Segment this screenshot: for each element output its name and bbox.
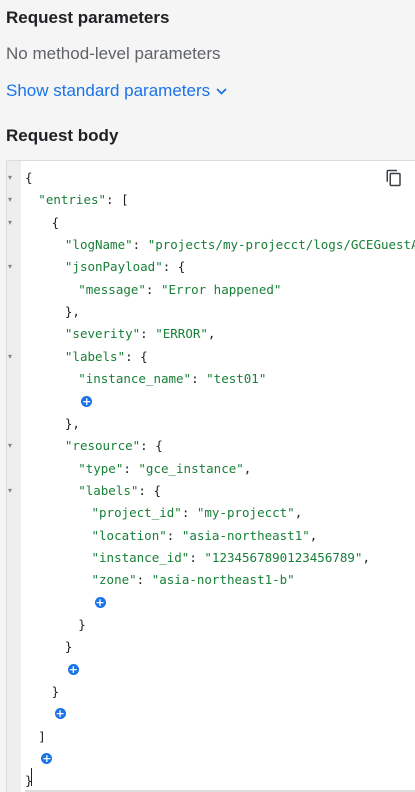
json-punctuation: : [145, 281, 161, 297]
code-line: "labels": { [78, 480, 161, 502]
json-punctuation: } [64, 639, 73, 655]
json-key: "labels" [78, 482, 139, 498]
json-punctuation: : [191, 371, 207, 387]
json-key: "labels" [64, 348, 126, 364]
code-line: "message": "Error happened" [78, 279, 281, 301]
fold-arrow-icon[interactable]: ▾ [8, 173, 12, 182]
json-key: "severity" [64, 326, 141, 342]
editor-gutter [7, 161, 21, 792]
no-parameters-text: No method-level parameters [6, 44, 221, 63]
json-key: "zone" [91, 572, 137, 588]
json-punctuation: }, [64, 415, 80, 431]
fold-arrow-icon[interactable]: ▾ [8, 218, 12, 227]
add-property-icon[interactable]: + [81, 395, 93, 407]
json-value: "asia-northeast1-b" [151, 572, 295, 588]
add-property-icon[interactable]: + [41, 753, 53, 765]
show-standard-parameters-label: Show standard parameters [6, 81, 211, 100]
json-key: "instance_name" [78, 371, 192, 387]
code-line: } [52, 681, 60, 703]
json-punctuation: } [51, 684, 60, 700]
code-line: "location": "asia-northeast1", [92, 525, 318, 547]
show-standard-parameters-link[interactable]: Show standard parameters [6, 80, 227, 101]
json-punctuation: : [181, 505, 197, 521]
code-line: "jsonPayload": { [65, 256, 185, 278]
json-key: "location" [91, 527, 167, 543]
json-punctuation: : [140, 326, 156, 342]
copy-icon[interactable] [385, 169, 403, 187]
json-key: "project_id" [91, 505, 182, 521]
json-key: "message" [78, 281, 146, 297]
chevron-down-icon [216, 80, 227, 100]
code-line: "resource": { [65, 435, 163, 457]
json-punctuation: : [189, 549, 205, 565]
json-punctuation: ] [38, 728, 46, 744]
json-punctuation: : { [162, 259, 186, 275]
json-key: "instance_id" [91, 549, 190, 565]
fold-arrow-icon[interactable]: ▾ [8, 352, 12, 361]
code-line: "instance_id": "1234567890123456789", [92, 547, 370, 569]
json-punctuation: , [243, 460, 252, 476]
json-punctuation: : { [138, 482, 161, 498]
request-parameters-heading: Request parameters [6, 8, 170, 27]
json-value: "asia-northeast1" [181, 527, 310, 543]
add-property-icon[interactable]: + [94, 596, 106, 608]
fold-arrow-icon[interactable]: ▾ [8, 441, 12, 450]
json-punctuation: , [207, 326, 216, 342]
code-line: } [65, 636, 73, 658]
json-value: "1234567890123456789" [204, 549, 363, 565]
add-property-icon[interactable]: + [67, 663, 79, 675]
fold-arrow-icon[interactable]: ▾ [8, 195, 12, 204]
json-punctuation: , [294, 505, 303, 521]
code-line: "type": "gce_instance", [78, 458, 251, 480]
json-value: "Error happened" [160, 281, 282, 297]
json-punctuation: { [51, 214, 60, 230]
fold-arrow-icon[interactable]: ▾ [8, 262, 12, 271]
json-value: "test01" [206, 371, 267, 387]
json-punctuation: : { [125, 348, 148, 364]
code-line: "labels": { [65, 346, 148, 368]
text-cursor [31, 768, 32, 786]
add-property-icon[interactable]: + [54, 708, 66, 720]
json-value: "ERROR" [155, 326, 208, 342]
json-punctuation: : [132, 237, 148, 253]
request-body-heading: Request body [6, 126, 119, 145]
json-value: "my-projecct" [196, 505, 295, 521]
json-key: "jsonPayload" [64, 259, 163, 275]
json-punctuation: , [309, 527, 318, 543]
code-line: "project_id": "my-projecct", [92, 502, 303, 524]
json-value: "gce_instance" [138, 460, 244, 476]
code-line: { [52, 212, 60, 234]
code-line: ] [38, 726, 46, 748]
json-punctuation: : [166, 527, 182, 543]
request-body-editor[interactable]: ▾{▾ "entries": [▾{"logName": "projects/my… [6, 160, 415, 792]
code-line: "zone": "asia-northeast1-b" [92, 569, 295, 591]
json-key: "resource" [64, 438, 141, 454]
fold-arrow-icon[interactable]: ▾ [8, 486, 12, 495]
json-punctuation: : [ [106, 192, 129, 208]
json-key: "entries" [38, 192, 107, 208]
json-key: "type" [78, 460, 124, 476]
json-punctuation: : [123, 460, 139, 476]
code-line: }, [65, 413, 80, 435]
json-punctuation: : [136, 572, 152, 588]
code-line: "entries": [ [38, 189, 128, 211]
json-key: "logName" [64, 237, 133, 253]
code-line: "severity": "ERROR", [65, 323, 216, 345]
json-punctuation: { [25, 170, 33, 185]
code-line: "instance_name": "test01" [78, 368, 266, 390]
code-line: }, [65, 301, 80, 323]
json-value: "projects/my-projecct/logs/GCEGuestAgent… [147, 237, 415, 253]
json-punctuation: }, [64, 304, 80, 320]
code-line: "logName": "projects/my-projecct/logs/GC… [65, 234, 415, 256]
code-line: } [78, 614, 86, 636]
json-punctuation: } [78, 617, 86, 632]
json-punctuation: , [362, 549, 370, 565]
code-line: { [25, 167, 33, 189]
json-punctuation: : { [140, 438, 163, 454]
